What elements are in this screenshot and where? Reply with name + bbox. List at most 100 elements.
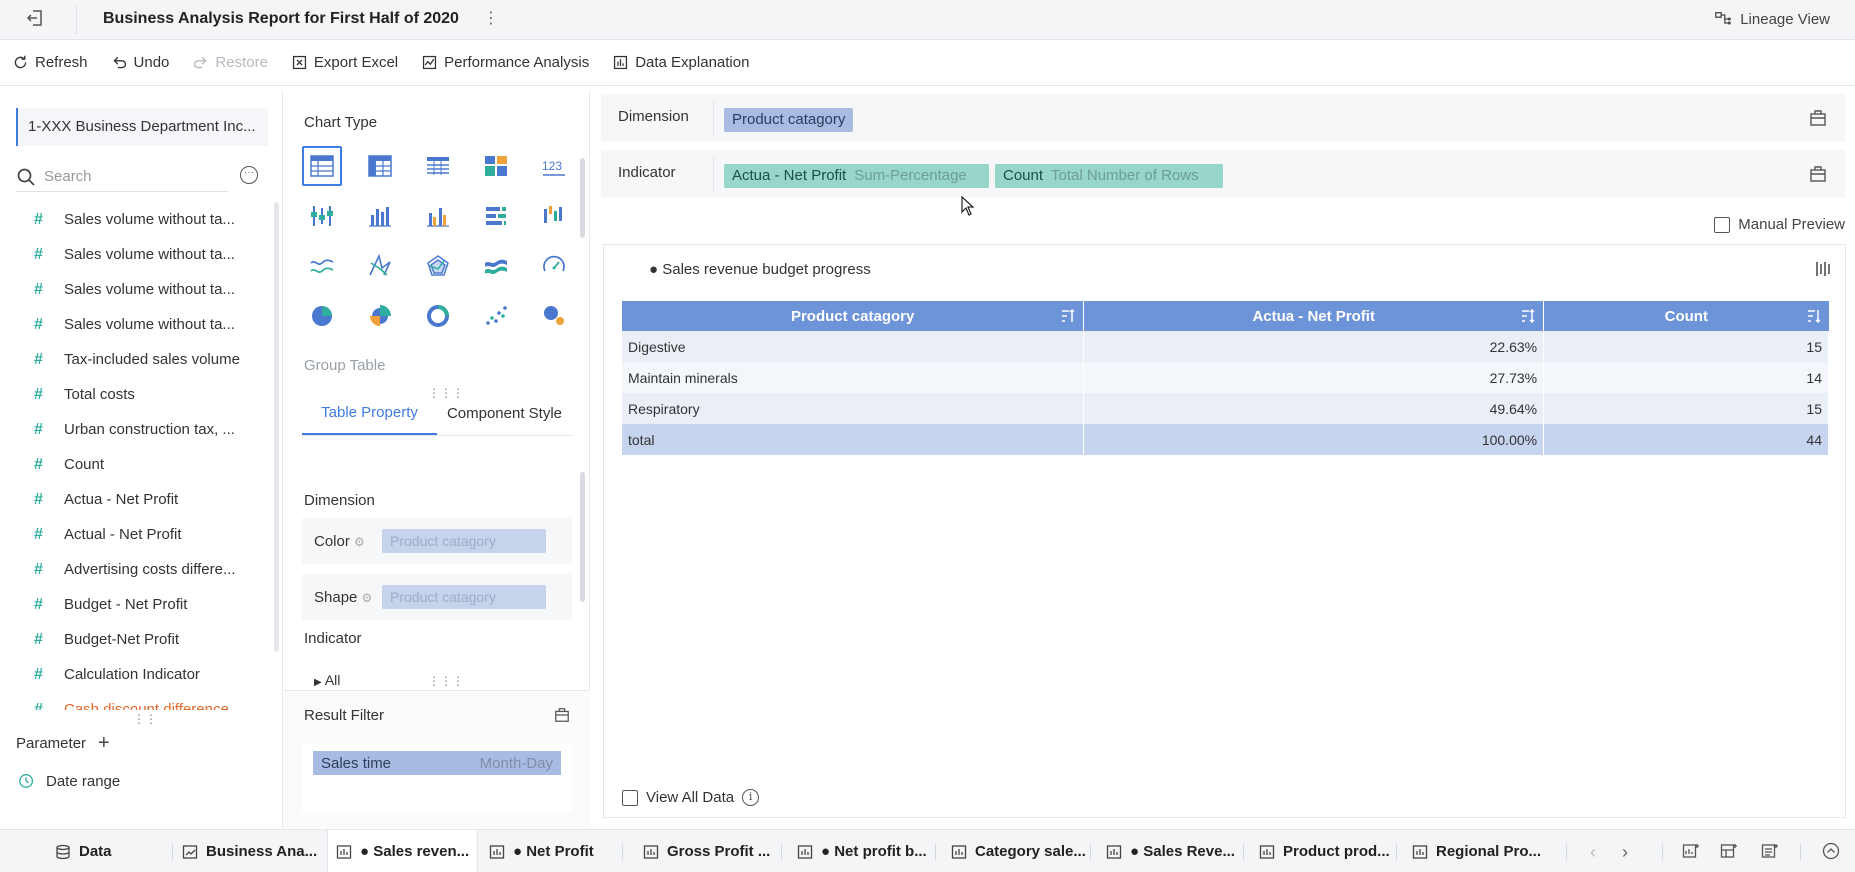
resize-handle-icon[interactable]: ⋮⋮ (133, 712, 157, 726)
dimension-box-icon[interactable] (1809, 109, 1827, 127)
sort-icon[interactable] (1521, 308, 1535, 324)
table-cell[interactable]: 100.00% (1083, 424, 1545, 455)
tab-component[interactable]: ● Net Profit (489, 830, 594, 872)
donut-chart-icon[interactable] (418, 296, 458, 336)
field-item[interactable]: # Cash discount difference (0, 692, 272, 711)
table-cell[interactable]: Respiratory (622, 393, 1085, 424)
field-item[interactable]: # Sales volume without ta... (0, 202, 272, 237)
view-all-data-checkbox[interactable] (622, 789, 638, 806)
tab-component-active[interactable]: ● Sales reven... (327, 830, 479, 872)
property-scrollbar[interactable] (580, 462, 585, 692)
chart-settings-icon[interactable] (1813, 259, 1833, 279)
field-item[interactable]: # Urban construction tax, ... (0, 412, 272, 447)
custom-chart-icon[interactable] (302, 196, 342, 236)
field-item[interactable]: # Total costs (0, 377, 272, 412)
field-list-scrollbar[interactable] (274, 202, 279, 652)
dimension-pill[interactable]: Product catagory (724, 108, 854, 132)
filter-box-icon[interactable] (554, 707, 570, 723)
field-item[interactable]: # Count (0, 447, 272, 482)
settings-icon[interactable]: ⚙ (362, 591, 373, 605)
column-chart-icon[interactable] (360, 196, 400, 236)
sort-icon[interactable] (1061, 308, 1075, 324)
add-parameter-icon[interactable]: + (98, 732, 110, 755)
line-chart-icon[interactable] (302, 246, 342, 286)
pie-chart-icon[interactable] (302, 296, 342, 336)
settings-icon[interactable]: ⚙ (354, 535, 365, 549)
export-excel-button[interactable]: Export Excel (291, 54, 398, 71)
table-cell[interactable]: 14 (1543, 362, 1829, 393)
sort-icon[interactable] (1807, 308, 1821, 324)
color-field-slot[interactable]: Product catagory (382, 529, 546, 553)
tab-data[interactable]: Data (55, 830, 112, 872)
field-item[interactable]: # Advertising costs differe... (0, 552, 272, 587)
collapse-up-icon[interactable] (1822, 842, 1840, 860)
manual-preview-checkbox[interactable] (1714, 216, 1731, 233)
table-cell[interactable]: 15 (1543, 331, 1829, 362)
add-component-icon[interactable] (1682, 842, 1700, 860)
table-cell[interactable]: 15 (1543, 393, 1829, 424)
table-cell[interactable]: 49.64% (1083, 393, 1545, 424)
range-radar-icon[interactable] (418, 246, 458, 286)
scatter-icon[interactable] (476, 296, 516, 336)
manual-preview-toggle[interactable]: Manual Preview (1714, 216, 1845, 233)
tab-component[interactable]: ● Net profit b... (797, 830, 927, 872)
table-cell[interactable]: Maintain minerals (622, 362, 1085, 393)
detail-table-icon[interactable] (418, 146, 458, 186)
table-cell[interactable]: 27.73% (1083, 362, 1545, 393)
add-dashboard-icon[interactable] (1720, 842, 1738, 860)
area-chart-icon[interactable] (476, 246, 516, 286)
field-item[interactable]: # Calculation Indicator (0, 657, 272, 692)
refresh-button[interactable]: Refresh (12, 54, 88, 71)
indicator-box-icon[interactable] (1809, 165, 1827, 183)
table-cell[interactable]: 44 (1543, 424, 1829, 455)
tab-component-style[interactable]: Component Style (437, 392, 572, 435)
tab-component[interactable]: Category sale... (951, 830, 1086, 872)
field-item[interactable]: # Sales volume without ta... (0, 237, 272, 272)
performance-analysis-button[interactable]: Performance Analysis (421, 54, 589, 71)
bubble-icon[interactable] (534, 296, 574, 336)
more-vertical-icon[interactable]: ⋮ (483, 8, 499, 28)
field-item[interactable]: # Budget-Net Profit (0, 622, 272, 657)
indicator-pill[interactable]: Actua - Net Profit Sum-Percentage (724, 164, 989, 188)
table-cell[interactable]: 22.63% (1083, 331, 1545, 362)
field-item[interactable]: # Budget - Net Profit (0, 587, 272, 622)
field-item[interactable]: # Tax-included sales volume (0, 342, 272, 377)
exit-icon[interactable] (25, 8, 49, 32)
table-cell[interactable]: total (622, 424, 1085, 455)
number-icon[interactable]: 123 (534, 146, 574, 186)
search-input[interactable]: Search (44, 168, 92, 185)
chevron-left-icon[interactable]: ‹ (1590, 842, 1596, 863)
tab-component[interactable]: Regional Pro... (1412, 830, 1541, 872)
gauge-icon[interactable] (534, 246, 574, 286)
lineage-view-button[interactable]: Lineage View (1714, 10, 1830, 28)
tab-component[interactable]: ● Sales Reve... (1106, 830, 1235, 872)
undo-button[interactable]: Undo (111, 54, 169, 71)
field-item[interactable]: # Actual - Net Profit (0, 517, 272, 552)
bar-chart-icon[interactable] (476, 196, 516, 236)
view-all-data-toggle[interactable]: View All Data i (622, 789, 760, 806)
field-item[interactable]: # Sales volume without ta... (0, 272, 272, 307)
kpi-card-icon[interactable] (476, 146, 516, 186)
tab-dashboard[interactable]: Business Ana... (182, 830, 317, 872)
tab-component[interactable]: Gross Profit ... (643, 830, 770, 872)
tab-table-property[interactable]: Table Property (302, 392, 437, 435)
resize-handle-icon[interactable]: ⋮⋮⋮ (428, 674, 464, 688)
info-icon[interactable]: i (742, 789, 760, 806)
group-table-icon[interactable] (302, 146, 342, 186)
field-item[interactable]: # Sales volume without ta... (0, 307, 272, 342)
shape-field-slot[interactable]: Product catagory (382, 585, 546, 609)
column-header[interactable]: Count (1543, 301, 1829, 331)
restore-button[interactable]: Restore (192, 54, 268, 71)
column-header[interactable]: Product catagory (622, 301, 1085, 331)
field-search[interactable]: Search (16, 162, 228, 192)
indicator-all-toggle[interactable]: ▶ All (314, 672, 340, 688)
rose-chart-icon[interactable] (360, 296, 400, 336)
grouped-column-icon[interactable] (418, 196, 458, 236)
scroll-thumb[interactable] (580, 472, 585, 602)
data-explanation-button[interactable]: Data Explanation (612, 54, 749, 71)
cross-table-icon[interactable] (360, 146, 400, 186)
add-report-icon[interactable] (1761, 842, 1779, 860)
chart-type-scrollbar[interactable] (580, 148, 585, 318)
more-options-icon[interactable]: ··· (240, 166, 258, 184)
dataset-selector[interactable]: 1-XXX Business Department Inc... (16, 108, 268, 146)
